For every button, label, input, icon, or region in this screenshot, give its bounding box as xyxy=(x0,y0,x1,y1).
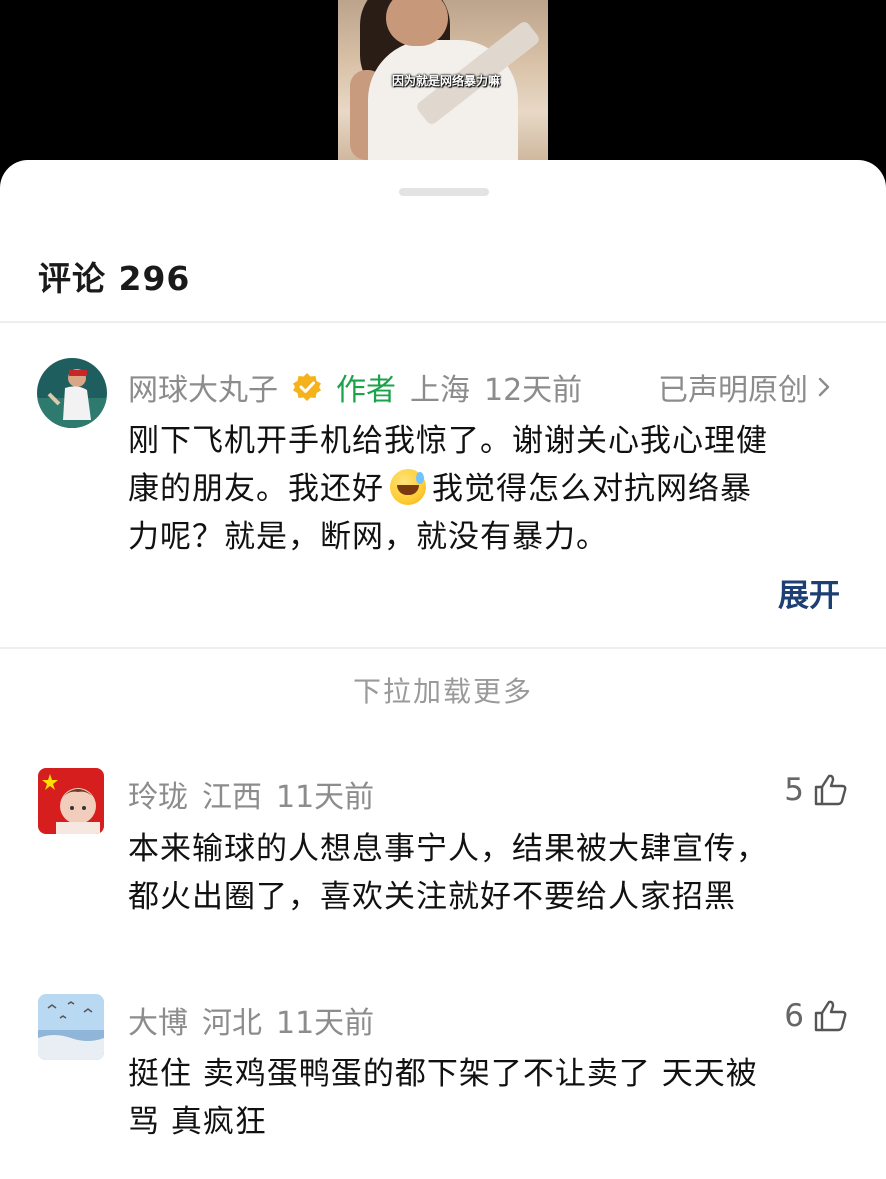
comment-avatar[interactable] xyxy=(38,768,104,834)
load-more-hint: 下拉加载更多 xyxy=(352,675,533,708)
author-comment-meta: 网球大丸子 作者 上海 12天前 xyxy=(128,365,596,409)
author-avatar-image xyxy=(37,358,107,428)
comment-avatar-image xyxy=(38,768,104,834)
comment-meta: 玲珑 江西 11天前 xyxy=(128,772,388,816)
original-notice-link[interactable]: 已声明原创 xyxy=(658,365,834,409)
comment-line: 本来输球的人想息事宁人，结果被大肆宣传， xyxy=(128,831,768,867)
author-location: 上海 xyxy=(410,373,470,408)
comment-username[interactable]: 大博 xyxy=(128,998,188,1042)
comment-meta: 大博 河北 11天前 xyxy=(128,998,388,1042)
original-notice-label: 已声明原创 xyxy=(658,373,808,408)
comment-line: 骂 真疯狂 xyxy=(128,1104,267,1140)
comments-title: 评论 296 xyxy=(38,259,191,298)
author-avatar[interactable] xyxy=(37,358,107,428)
like-count: 5 xyxy=(784,772,804,808)
thumbs-up-icon xyxy=(814,1000,847,1032)
header-divider xyxy=(0,321,886,323)
author-time: 12天前 xyxy=(484,373,583,408)
comment-username[interactable]: 玲珑 xyxy=(128,772,188,816)
author-comment-text: 刚下飞机开手机给我惊了。谢谢关心我心理健 康的朋友。我还好 我觉得怎么对抗网络暴 … xyxy=(128,417,858,561)
sweat-smile-emoji-icon xyxy=(390,469,426,505)
author-tag: 作者 xyxy=(336,373,396,408)
comment-avatar[interactable] xyxy=(38,994,104,1060)
author-comment-segment: 康的朋友。我还好 xyxy=(128,471,384,507)
verified-badge-icon xyxy=(293,373,321,401)
like-button[interactable]: 6 xyxy=(784,998,848,1034)
comment-location: 江西 xyxy=(202,780,262,815)
author-comment-line: 刚下飞机开手机给我惊了。谢谢关心我心理健 xyxy=(128,423,768,459)
comment-text: 挺住 卖鸡蛋鸭蛋的都下架了不让卖了 天天被 骂 真疯狂 xyxy=(128,1050,858,1146)
video-area[interactable]: 因为就是网络暴力嘛 xyxy=(0,0,886,175)
comment-avatar-image xyxy=(38,994,104,1060)
author-comment-segment: 我觉得怎么对抗网络暴 xyxy=(432,471,752,507)
sheet-drag-handle[interactable] xyxy=(399,188,489,196)
thumbs-up-icon xyxy=(814,774,847,806)
author-comment-line: 康的朋友。我还好 我觉得怎么对抗网络暴 xyxy=(128,465,858,513)
author-comment-divider xyxy=(0,647,886,649)
expand-button[interactable]: 展开 xyxy=(778,570,840,615)
author-comment-line: 力呢？就是，断网，就没有暴力。 xyxy=(128,519,608,555)
comment-sheet: 评论 296 网球大丸子 作者 上海 12天前 已声明原创 刚下飞机开手机给我惊… xyxy=(0,160,886,1179)
author-username[interactable]: 网球大丸子 xyxy=(128,365,278,409)
like-button[interactable]: 5 xyxy=(784,772,848,808)
comment-time: 11天前 xyxy=(276,1006,375,1041)
comment-text: 本来输球的人想息事宁人，结果被大肆宣传， 都火出圈了，喜欢关注就好不要给人家招黑 xyxy=(128,825,858,921)
video-caption: 因为就是网络暴力嘛 xyxy=(392,74,501,88)
comment-line: 都火出圈了，喜欢关注就好不要给人家招黑 xyxy=(128,879,736,915)
comment-location: 河北 xyxy=(202,1006,262,1041)
comment-line: 挺住 卖鸡蛋鸭蛋的都下架了不让卖了 天天被 xyxy=(128,1056,758,1092)
chevron-right-icon xyxy=(818,377,830,397)
video-thumbnail[interactable]: 因为就是网络暴力嘛 xyxy=(338,0,548,160)
comment-time: 11天前 xyxy=(276,780,375,815)
like-count: 6 xyxy=(784,998,804,1034)
